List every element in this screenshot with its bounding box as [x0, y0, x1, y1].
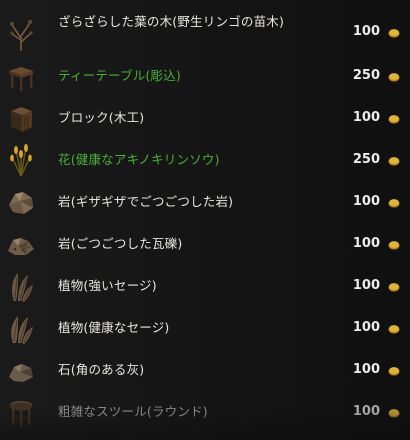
item-name: ブロック(木工) [58, 110, 145, 125]
item-price: 100 [352, 278, 380, 293]
item-row[interactable]: 植物(健康なセージ) 100 [0, 307, 410, 349]
item-row[interactable]: ざらざらした葉の木(野生リンゴの苗木) 100 [0, 10, 410, 58]
coin-icon [388, 28, 400, 38]
item-name: 石(角のある灰) [58, 362, 145, 377]
flower-icon [6, 143, 36, 177]
item-price: 100 [352, 24, 380, 39]
item-price: 100 [352, 320, 380, 335]
coin-icon [388, 156, 400, 166]
coin-icon [388, 366, 400, 376]
item-price: 250 [352, 68, 380, 83]
item-name: 植物(強いセージ) [58, 278, 157, 293]
coin-icon [388, 408, 400, 418]
item-row[interactable]: 植物(強いセージ) 100 [0, 265, 410, 307]
item-price: 100 [352, 362, 380, 377]
item-name: 花(健康なアキノキリンソウ) [58, 152, 220, 167]
item-row[interactable]: ティーテーブル(彫込) 250 [0, 55, 410, 97]
coin-icon [388, 198, 400, 208]
rock-icon [6, 185, 36, 219]
item-name: 粗雑なスツール(ラウンド) [58, 404, 208, 419]
coin-icon [388, 72, 400, 82]
shop-item-list: ざらざらした葉の木(野生リンゴの苗木) 100 ティーテーブル(彫込) 250 … [0, 0, 410, 440]
item-name: 植物(健康なセージ) [58, 320, 170, 335]
sage-icon [6, 311, 36, 345]
item-price: 100 [352, 236, 380, 251]
stool-icon [6, 395, 36, 429]
block-icon [6, 101, 36, 135]
item-price: 100 [352, 404, 380, 419]
coin-icon [388, 282, 400, 292]
item-row[interactable]: 岩(ごつごつした瓦礫) 100 [0, 223, 410, 265]
rubble-icon [6, 227, 36, 261]
item-name: 岩(ギザギザでごつごつした岩) [58, 194, 234, 209]
coin-icon [388, 324, 400, 334]
item-price: 250 [352, 152, 380, 167]
stone-icon [6, 353, 36, 387]
item-price: 100 [352, 194, 380, 209]
item-name: 岩(ごつごつした瓦礫) [58, 236, 183, 251]
item-name: ざらざらした葉の木(野生リンゴの苗木) [58, 14, 285, 29]
item-row[interactable]: 花(健康なアキノキリンソウ) 250 [0, 139, 410, 181]
item-price: 100 [352, 110, 380, 125]
tree-icon [6, 18, 36, 52]
table-icon [6, 59, 36, 93]
item-row[interactable]: ブロック(木工) 100 [0, 97, 410, 139]
coin-icon [388, 240, 400, 250]
sage-icon [6, 269, 36, 303]
item-row[interactable]: 石(角のある灰) 100 [0, 349, 410, 391]
item-name: ティーテーブル(彫込) [58, 68, 181, 83]
item-row[interactable]: 粗雑なスツール(ラウンド) 100 [0, 391, 410, 433]
item-row[interactable]: 岩(ギザギザでごつごつした岩) 100 [0, 181, 410, 223]
coin-icon [388, 114, 400, 124]
